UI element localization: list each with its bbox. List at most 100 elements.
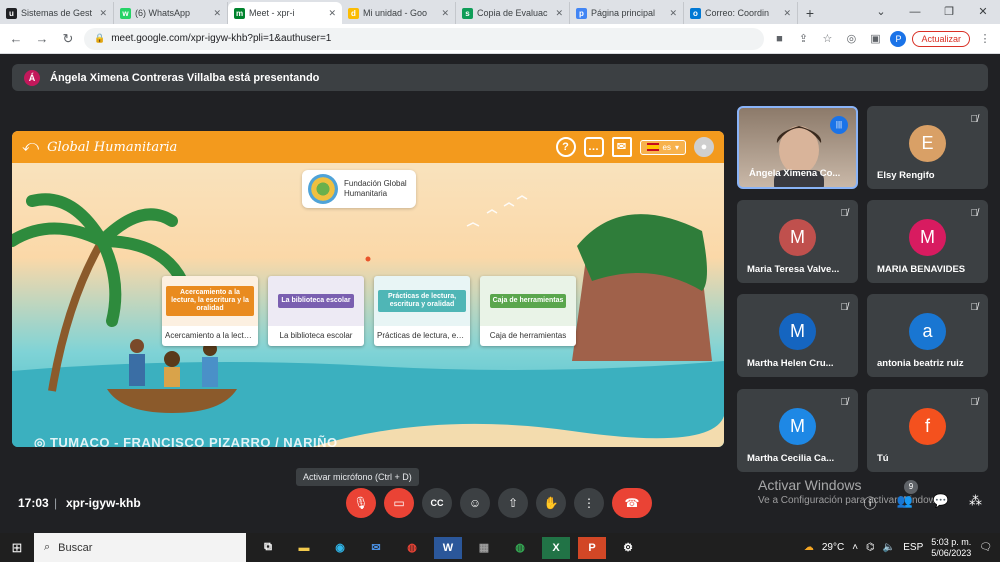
emoji-button[interactable]: ☺ [460,488,490,518]
mic-off-icon: 🎙 [353,496,369,510]
clock-time: 5:03 p. m. [931,536,972,547]
maximize-button[interactable]: ❐ [932,0,966,24]
browser-tab[interactable]: w (6) WhatsApp ✕ [114,2,228,24]
tab-close-icon[interactable]: ✕ [555,8,563,19]
participant-tile[interactable]: 🎙̸ M MARIA BENAVIDES [867,200,988,283]
tab-favicon-icon: w [120,7,131,19]
word-icon[interactable]: W [434,536,462,559]
module-card-image-text: Caja de herramientas [489,294,567,308]
participant-tile[interactable]: 🎙̸ M Maria Teresa Valve... [737,200,858,283]
back-button[interactable]: ← [6,31,26,46]
address-bar[interactable]: 🔒 meet.google.com/xpr-igyw-khb?pli=1&aut… [84,27,765,50]
settings-icon[interactable]: ⚙ [614,537,642,559]
participant-name: Tú [877,453,889,464]
module-card-caption: Prácticas de lectura, escr... [377,331,470,340]
tab-close-icon[interactable]: ✕ [99,8,107,19]
weather-icon[interactable]: ☁ [804,542,814,553]
input-language[interactable]: ESP [903,542,923,553]
foundation-logo [308,174,338,204]
taskbar-search[interactable]: ⌕ Buscar [34,533,246,562]
module-card[interactable]: La biblioteca escolar La biblioteca escol… [268,276,364,346]
back-arrow-icon[interactable]: ⤺ [22,138,39,156]
excel-icon[interactable]: X [542,536,570,559]
file-explorer-icon[interactable]: ▬ [290,537,318,559]
tab-close-icon[interactable]: ✕ [213,8,221,19]
share-icon[interactable]: ⇪ [794,32,812,45]
system-tray: ☁ 29°C ˄ ⌬ 🔈 ESP 5:03 p. m. 5/06/2023 🗨 [804,537,1000,559]
tab-close-icon[interactable]: ✕ [669,8,677,19]
bookmark-star-icon[interactable]: ☆ [818,32,836,45]
mic-muted-icon: 🎙̸ [970,114,979,125]
new-tab-button[interactable]: + [798,2,822,24]
participant-avatar: M [779,219,816,256]
people-icon[interactable]: 👥 [897,493,913,512]
tab-close-icon[interactable]: ✕ [441,8,449,19]
help-icon[interactable]: ? [555,137,576,157]
browser-tab[interactable]: o Correo: Coordin ✕ [684,2,798,24]
chrome-profile-icon[interactable]: ◍ [506,537,534,559]
participant-tile[interactable]: 🎙̸ a antonia beatriz ruiz [867,294,988,377]
participant-tile[interactable]: 🎙̸ f Tú [867,389,988,472]
chat-icon[interactable]: … [583,137,604,157]
mail-app-icon[interactable]: ✉ [362,537,390,559]
extension-icon[interactable]: ◎ [842,32,860,45]
menu-icon[interactable]: ⋮ [976,32,994,45]
browser-tab[interactable]: m Meet - xpr-i ✕ [228,2,342,24]
tab-search-icon[interactable]: ⌄ [864,0,898,24]
language-select[interactable]: es ▾ [639,139,686,155]
browser-tab[interactable]: p Página principal ✕ [570,2,684,24]
participant-tile[interactable]: 🎙̸ M Martha Cecilia Ca... [737,389,858,472]
user-icon[interactable]: ● [694,137,714,157]
store-icon[interactable]: ▦ [470,537,498,559]
activate-windows-title: Activar Windows [758,477,862,493]
tab-title: (6) WhatsApp [135,8,191,18]
url-text: meet.google.com/xpr-igyw-khb?pli=1&authu… [111,33,332,44]
weather-temp[interactable]: 29°C [822,542,844,553]
camera-icon[interactable]: ■ [770,33,788,45]
forward-button[interactable]: → [32,31,52,46]
notification-icon[interactable]: 🗨 [979,542,992,553]
participant-tile[interactable]: ||| Ángela Ximena Co... [737,106,858,189]
side-panel-icon[interactable]: ▣ [866,32,884,45]
module-card[interactable]: Caja de herramientas Caja de herramientas [480,276,576,346]
browser-tab[interactable]: s Copia de Evaluac ✕ [456,2,570,24]
reload-button[interactable]: ↻ [58,31,78,47]
tray-chevron-icon[interactable]: ˄ [852,542,858,553]
browser-tab[interactable]: d Mi unidad - Goo ✕ [342,2,456,24]
edge-icon[interactable]: ◉ [326,537,354,559]
minimize-button[interactable]: — [898,0,932,24]
participant-tile[interactable]: 🎙̸ E Elsy Rengifo [867,106,988,189]
participant-name: Ángela Ximena Co... [749,168,841,179]
module-card[interactable]: Prácticas de lectura, escritura y oralid… [374,276,470,346]
windows-start-icon[interactable]: ⊞ [0,540,34,556]
meeting-time: 17:03 [18,496,49,510]
powerpoint-icon[interactable]: P [578,536,606,559]
more-options-button[interactable]: ⋮ [574,488,604,518]
profile-avatar[interactable]: P [890,30,907,47]
raise-hand-button[interactable]: ✋ [536,488,566,518]
info-icon[interactable]: ⓘ [864,493,877,512]
participant-avatar: M [779,408,816,445]
captions-button[interactable]: CC [422,488,452,518]
mail-icon[interactable]: ✉ [611,137,632,157]
browser-tab[interactable]: u Sistemas de Gest ✕ [0,2,114,24]
tab-close-icon[interactable]: ✕ [328,8,336,19]
mic-muted-icon: 🎙̸ [840,302,849,313]
update-button[interactable]: Actualizar [912,30,970,47]
present-button[interactable]: ⇧ [498,488,528,518]
camera-off-button[interactable]: ▭ [384,488,414,518]
network-icon[interactable]: ⌬ [866,542,875,553]
chrome-icon[interactable]: ◍ [398,537,426,559]
close-window-button[interactable]: ✕ [966,0,1000,24]
leave-call-button[interactable]: ☎ [612,488,652,518]
taskbar-clock[interactable]: 5:03 p. m. 5/06/2023 [931,537,971,559]
chat-bubble-icon[interactable]: 💬 [933,493,949,512]
activities-icon[interactable]: ⁂ [969,493,982,512]
volume-icon[interactable]: 🔈 [883,542,895,553]
mic-off-button[interactable]: 🎙 [346,488,376,518]
participant-tile[interactable]: 🎙̸ M Martha Helen Cru... [737,294,858,377]
tab-close-icon[interactable]: ✕ [783,8,791,19]
lock-icon[interactable]: 🔒 [94,33,105,44]
module-card[interactable]: Acercamiento a la lectura, la escritura … [162,276,258,346]
task-view-icon[interactable]: ⧉ [254,537,282,559]
